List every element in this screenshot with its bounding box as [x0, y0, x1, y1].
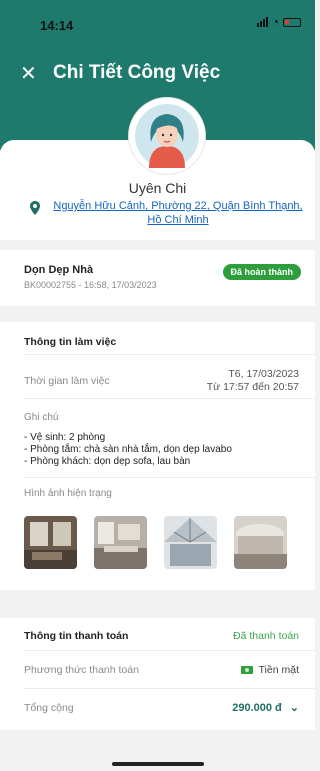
total-toggle[interactable]: 290.000 đ ⌄ — [232, 701, 299, 715]
photo-list — [24, 516, 287, 569]
user-name: Uyên Chi — [128, 180, 187, 196]
avatar — [129, 98, 205, 174]
work-info-section: Thông tin làm việc Thời gian làm việc T6… — [0, 322, 315, 590]
payment-title: Thông tin thanh toán — [24, 630, 129, 642]
status-badge: Đã hoàn thành — [222, 264, 301, 280]
payment-method-label: Phương thức thanh toán — [24, 664, 139, 676]
work-date: T6, 17/03/2023 — [228, 368, 299, 380]
address-link[interactable]: Nguyễn Hữu Cảnh, Phường 22, Quận Bình Th… — [30, 199, 312, 227]
home-indicator — [112, 762, 204, 766]
service-card: Dọn Dẹp Nhà BK00002755 - 16:58, 17/03/20… — [0, 250, 315, 306]
booking-code: BK00002755 - 16:58, 17/03/2023 — [24, 280, 157, 290]
address-text[interactable]: Nguyễn Hữu Cảnh, Phường 22, Quận Bình Th… — [46, 199, 310, 227]
close-icon: ✕ — [20, 63, 37, 85]
photos-label: Hình ảnh hiện trạng — [24, 488, 112, 499]
work-info-title: Thông tin làm việc — [24, 336, 117, 348]
note-label: Ghi chú — [24, 412, 59, 423]
service-name: Dọn Dẹp Nhà — [24, 264, 94, 276]
chevron-down-icon: ⌄ — [289, 702, 299, 714]
cash-icon — [240, 666, 253, 674]
wifi-icon: ◔ — [271, 15, 279, 29]
status-bar: 14:14 ◔ — [0, 0, 315, 44]
divider — [24, 650, 315, 651]
payment-status: Đã thanh toán — [233, 630, 299, 642]
location-pin-icon — [30, 201, 40, 215]
note-line: - Phòng khách: dọn dẹp sofa, lau bàn — [24, 456, 191, 467]
total-label: Tổng cộng — [24, 702, 74, 714]
work-time-label: Thời gian làm việc — [24, 375, 110, 387]
divider — [24, 398, 315, 399]
status-icons: ◔ — [256, 15, 301, 29]
status-time: 14:14 — [40, 18, 74, 33]
payment-method-value: Tiền mặt — [258, 664, 299, 676]
close-button[interactable]: ✕ — [20, 62, 37, 86]
work-time-value: T6, 17/03/2023 Từ 17:57 đến 20:57 — [207, 368, 299, 394]
payment-section: Thông tin thanh toán Đã thanh toán Phươn… — [0, 618, 315, 730]
page-title: Chi Tiết Công Việc — [53, 62, 221, 83]
divider — [24, 477, 315, 478]
payment-method: Tiền mặt — [240, 664, 299, 676]
note-line: - Phòng tắm: chà sàn nhà tắm, dọn dẹp la… — [24, 444, 232, 455]
status-photo-thumbnail[interactable] — [234, 516, 287, 569]
note-line: - Vệ sinh: 2 phòng — [24, 432, 106, 443]
divider — [24, 354, 315, 355]
battery-icon — [283, 17, 301, 27]
status-photo-thumbnail[interactable] — [94, 516, 147, 569]
work-time-range: Từ 17:57 đến 20:57 — [206, 381, 299, 393]
total-amount: 290.000 đ — [232, 701, 282, 714]
signal-icon — [256, 17, 268, 27]
status-photo-thumbnail[interactable] — [164, 516, 217, 569]
status-photo-thumbnail[interactable] — [24, 516, 77, 569]
divider — [24, 688, 315, 689]
